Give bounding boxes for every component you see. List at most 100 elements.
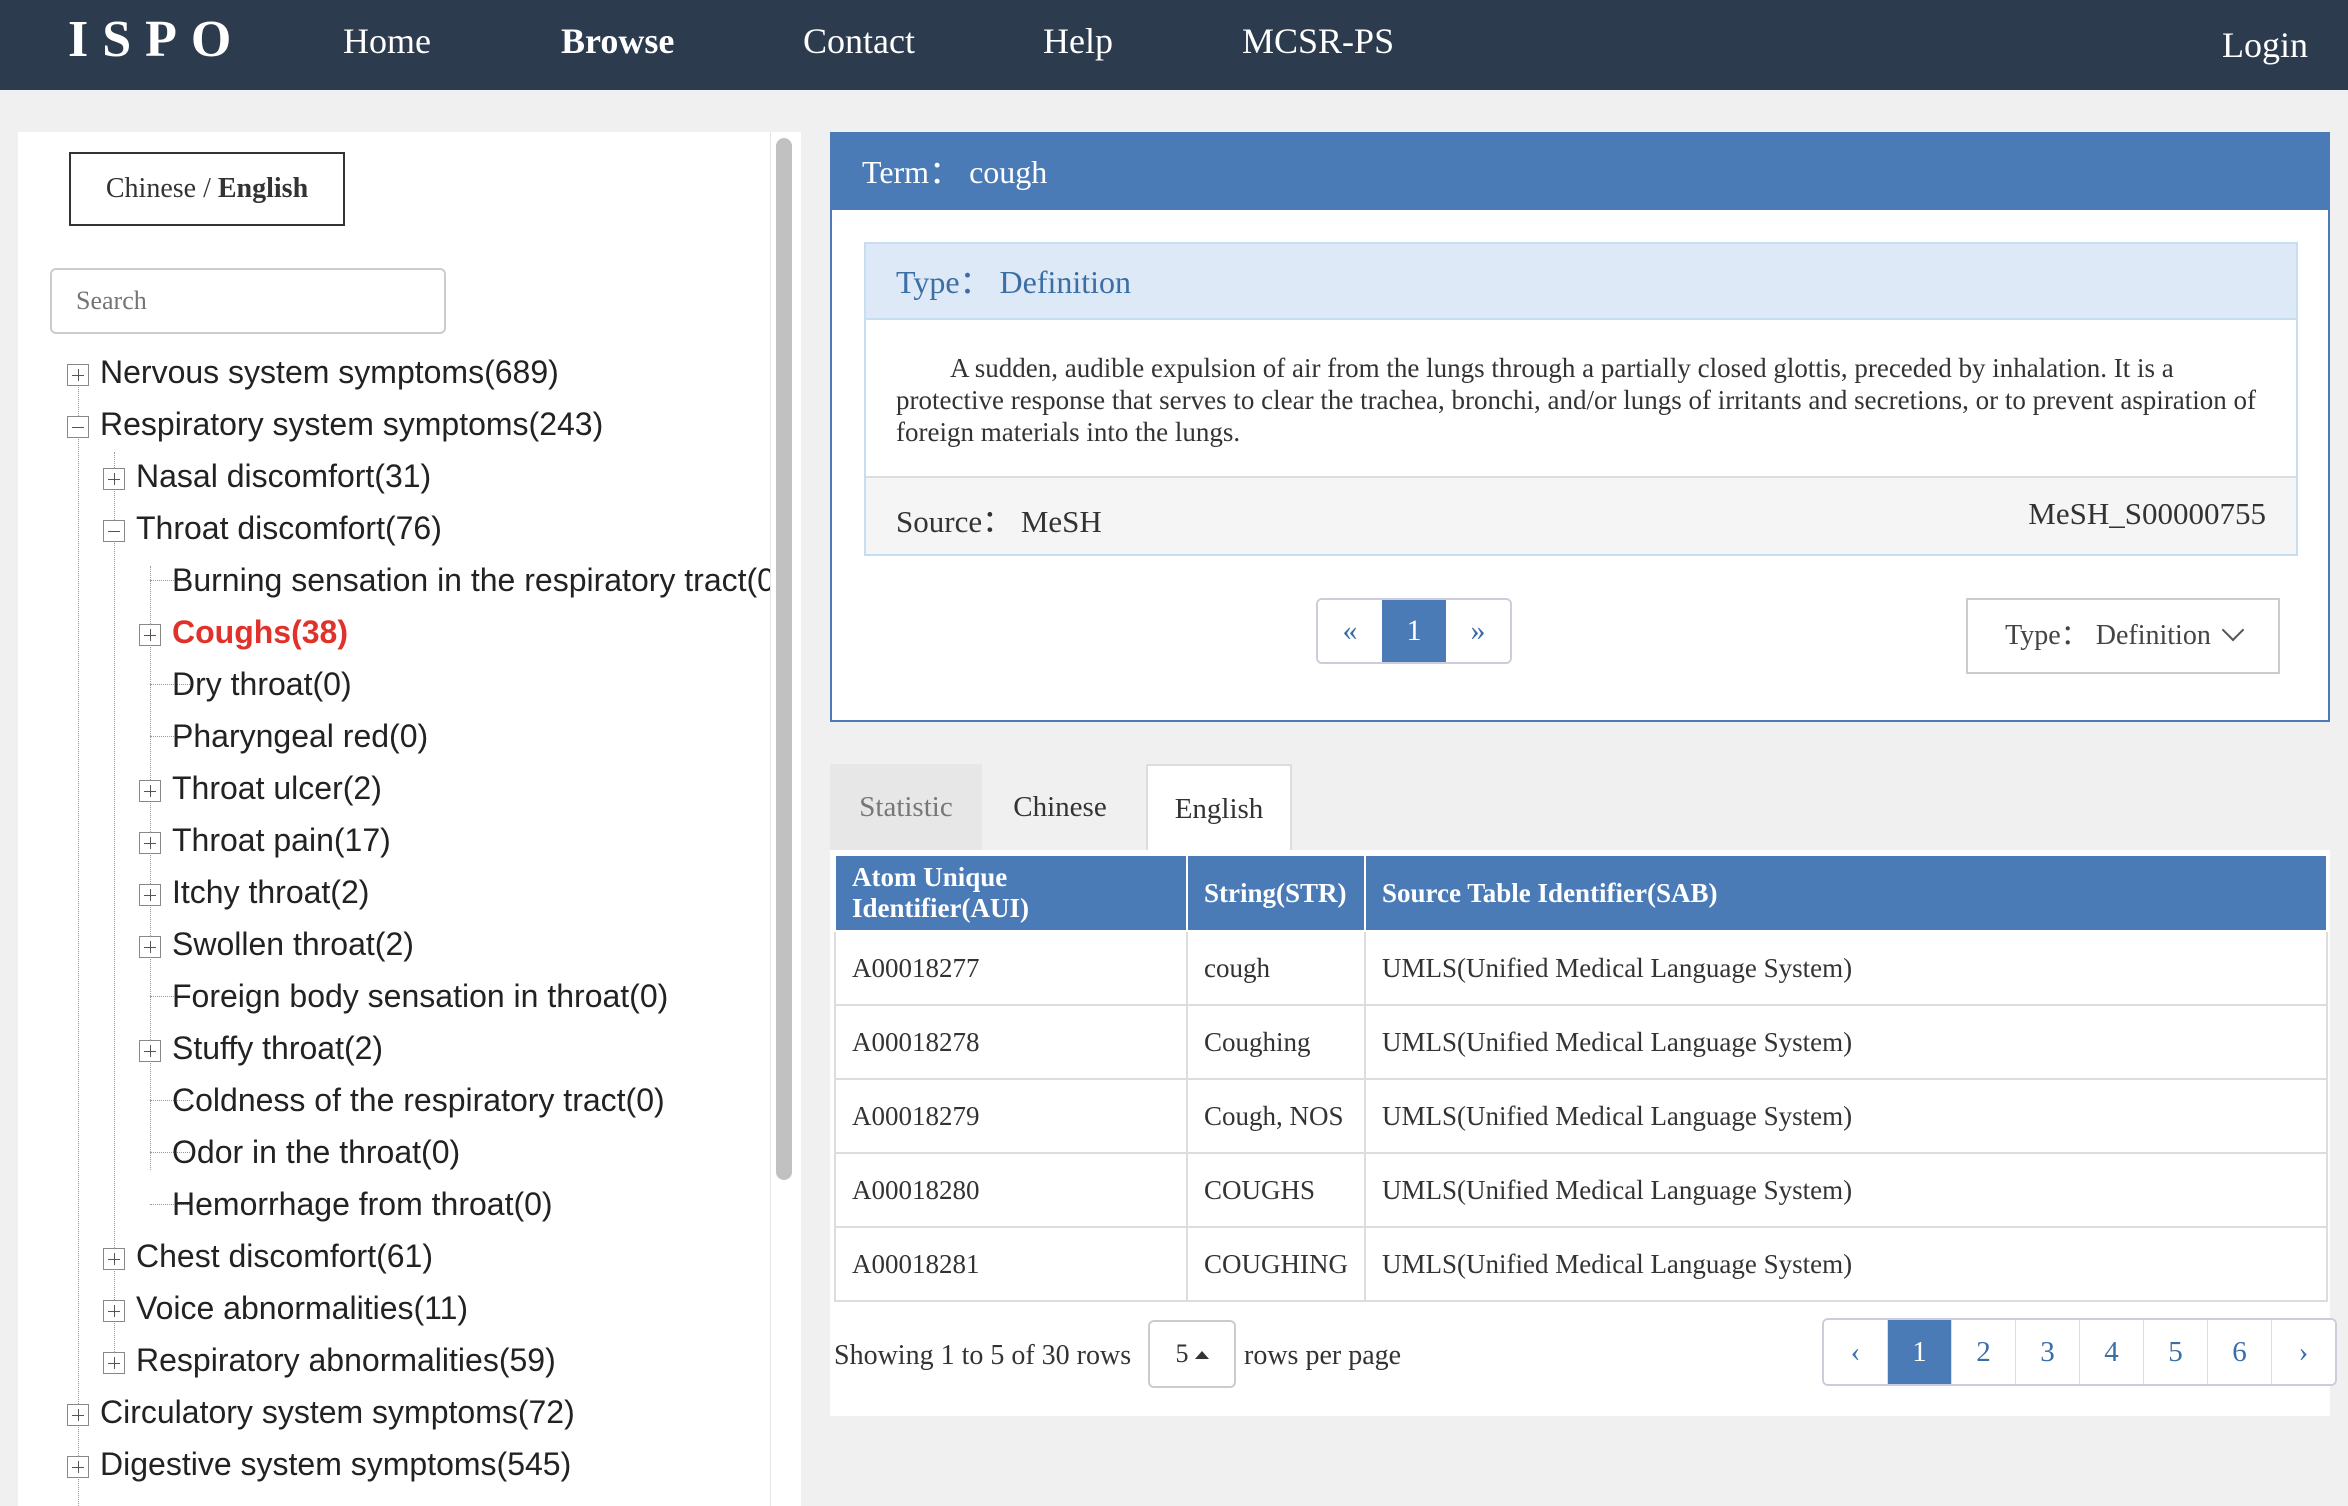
tree-node[interactable]: Burning sensation in the respiratory tra…	[172, 560, 770, 600]
prev-page-button[interactable]: ‹	[1824, 1320, 1888, 1384]
expand-icon[interactable]	[103, 1248, 125, 1270]
table-row: A00018277 cough UMLS(Unified Medical Lan…	[834, 930, 2328, 1006]
tree-node[interactable]: Throat pain(17)	[172, 820, 391, 860]
column-header-aui[interactable]: Atom Unique Identifier(AUI)	[834, 854, 1188, 932]
cell-str: COUGHS	[1186, 1152, 1366, 1228]
tree-node[interactable]: Respiratory system symptoms(243)	[100, 404, 603, 444]
prev-page-button[interactable]: «	[1318, 600, 1382, 662]
expand-icon[interactable]	[139, 936, 161, 958]
chevron-down-icon	[2221, 618, 2245, 642]
next-page-button[interactable]: »	[1446, 600, 1510, 662]
source-label: Source： MeSH	[896, 504, 1102, 539]
synonyms-section: Statistic Chinese English Atom Unique Id…	[830, 764, 2337, 1416]
source-id: MeSH_S00000755	[2028, 496, 2266, 531]
next-page-button[interactable]: ›	[2272, 1320, 2335, 1384]
pagination-info: Showing 1 to 5 of 30 rows	[834, 1340, 1132, 1371]
cell-aui: A00018281	[834, 1226, 1188, 1302]
page-button-4[interactable]: 4	[2080, 1320, 2144, 1384]
tree-node[interactable]: Stuffy throat(2)	[172, 1028, 383, 1068]
tree-node[interactable]: Circulatory system symptoms(72)	[100, 1392, 575, 1432]
tree-node[interactable]: Nasal discomfort(31)	[136, 456, 431, 496]
definition-card: Type： Definition A sudden, audible expul…	[864, 242, 2298, 556]
cell-aui: A00018278	[834, 1004, 1188, 1080]
tree-node[interactable]: Chest discomfort(61)	[136, 1236, 433, 1276]
cell-str: cough	[1186, 930, 1366, 1006]
sidebar-scrollbar-thumb[interactable]	[776, 138, 792, 1180]
login-link[interactable]: Login	[2222, 24, 2308, 66]
tree-node[interactable]: Coldness of the respiratory tract(0)	[172, 1080, 665, 1120]
tree-node[interactable]: Throat discomfort(76)	[136, 508, 442, 548]
expand-icon[interactable]	[67, 364, 89, 386]
cell-sab: UMLS(Unified Medical Language System)	[1364, 1004, 2328, 1080]
tree-node[interactable]: Swollen throat(2)	[172, 924, 414, 964]
page-button-2[interactable]: 2	[1952, 1320, 2016, 1384]
cell-sab: UMLS(Unified Medical Language System)	[1364, 1078, 2328, 1154]
rows-per-page-label: rows per page	[1244, 1340, 1402, 1371]
tab-chinese[interactable]: Chinese	[982, 764, 1138, 850]
table-row: A00018279 Cough, NOS UMLS(Unified Medica…	[834, 1078, 2328, 1154]
table-pager: ‹ 1 2 3 4 5 6 ›	[1822, 1318, 2337, 1386]
cell-aui: A00018277	[834, 930, 1188, 1006]
page-button-5[interactable]: 5	[2144, 1320, 2208, 1384]
expand-icon[interactable]	[67, 1404, 89, 1426]
tree-node[interactable]: Voice abnormalities(11)	[136, 1288, 468, 1328]
definition-source: Source： MeSH MeSH_S00000755	[866, 476, 2296, 554]
cell-str: Coughing	[1186, 1004, 1366, 1080]
column-header-sab[interactable]: Source Table Identifier(SAB)	[1364, 854, 2328, 932]
page-button-6[interactable]: 6	[2208, 1320, 2272, 1384]
definition-text: A sudden, audible expulsion of air from …	[896, 353, 2257, 447]
tree-node-selected[interactable]: Coughs(38)	[172, 612, 348, 652]
tree-node[interactable]: Respiratory abnormalities(59)	[136, 1340, 556, 1380]
tree-node[interactable]: Odor in the throat(0)	[172, 1132, 460, 1172]
tree-node[interactable]: Nervous system symptoms(689)	[100, 352, 559, 392]
tree-node[interactable]: Throat ulcer(2)	[172, 768, 382, 808]
definition-pager: « 1 »	[1316, 598, 1512, 664]
page-button-1[interactable]: 1	[1888, 1320, 1952, 1384]
table-row: A00018281 COUGHING UMLS(Unified Medical …	[834, 1226, 2328, 1302]
tree-node[interactable]: Foreign body sensation in throat(0)	[172, 976, 668, 1016]
type-dropdown[interactable]: Type： Definition	[1966, 598, 2280, 674]
tree-node[interactable]: Digestive system symptoms(545)	[100, 1444, 571, 1484]
atoms-table: Atom Unique Identifier(AUI) String(STR) …	[834, 854, 2328, 1302]
cell-sab: UMLS(Unified Medical Language System)	[1364, 1226, 2328, 1302]
rows-per-page-value: 5	[1175, 1339, 1189, 1368]
nav-contact[interactable]: Contact	[803, 20, 915, 62]
cell-str: Cough, NOS	[1186, 1078, 1366, 1154]
tree-node[interactable]: Itchy throat(2)	[172, 872, 369, 912]
expand-icon[interactable]	[139, 1040, 161, 1062]
cell-aui: A00018279	[834, 1078, 1188, 1154]
tree-node[interactable]: Dry throat(0)	[172, 664, 352, 704]
term-title: Term： cough	[832, 134, 2328, 210]
table-header-row: Atom Unique Identifier(AUI) String(STR) …	[834, 854, 2328, 932]
cell-str: COUGHING	[1186, 1226, 1366, 1302]
brand-logo[interactable]: ISPO	[68, 10, 245, 69]
expand-icon[interactable]	[139, 832, 161, 854]
expand-icon[interactable]	[103, 1300, 125, 1322]
expand-icon[interactable]	[139, 780, 161, 802]
cell-sab: UMLS(Unified Medical Language System)	[1364, 930, 2328, 1006]
top-navbar: ISPO Home Browse Contact Help MCSR-PS Lo…	[0, 0, 2348, 90]
rows-per-page-select[interactable]: 5	[1148, 1320, 1236, 1388]
tab-english[interactable]: English	[1146, 764, 1292, 850]
collapse-icon[interactable]	[103, 520, 125, 542]
expand-icon[interactable]	[67, 1456, 89, 1478]
tree-node[interactable]: Pharyngeal red(0)	[172, 716, 428, 756]
nav-mcsr-ps[interactable]: MCSR-PS	[1242, 20, 1394, 62]
collapse-icon[interactable]	[67, 416, 89, 438]
tab-bar: Statistic Chinese English	[830, 764, 2330, 850]
expand-icon[interactable]	[103, 1352, 125, 1374]
nav-browse[interactable]: Browse	[561, 20, 674, 62]
expand-icon[interactable]	[139, 624, 161, 646]
tree-node[interactable]: Hemorrhage from throat(0)	[172, 1184, 553, 1224]
nav-home[interactable]: Home	[343, 20, 431, 62]
tab-statistic[interactable]: Statistic	[830, 764, 982, 850]
column-header-str[interactable]: String(STR)	[1186, 854, 1366, 932]
expand-icon[interactable]	[139, 884, 161, 906]
sidebar: Chinese / English Nervous system symptom…	[18, 132, 770, 1506]
type-dropdown-value: Type： Definition	[2005, 620, 2211, 651]
expand-icon[interactable]	[103, 468, 125, 490]
page-button-3[interactable]: 3	[2016, 1320, 2080, 1384]
cell-sab: UMLS(Unified Medical Language System)	[1364, 1152, 2328, 1228]
page-button[interactable]: 1	[1382, 600, 1446, 662]
nav-help[interactable]: Help	[1043, 20, 1113, 62]
